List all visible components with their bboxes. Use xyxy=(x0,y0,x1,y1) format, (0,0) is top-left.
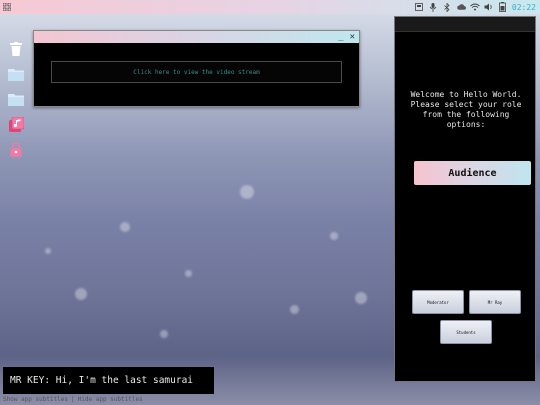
music-library-icon[interactable] xyxy=(7,115,25,133)
video-window: _ ✕ Click here to view the video stream xyxy=(33,30,360,107)
video-window-titlebar[interactable]: _ ✕ xyxy=(34,31,359,43)
hide-subtitles-link[interactable]: Hide app subtitles xyxy=(78,396,143,403)
subtitle-box: MR KEY: Hi, I'm the last samurai xyxy=(3,367,214,394)
top-bar: 02:22 xyxy=(0,0,540,14)
wifi-icon[interactable] xyxy=(470,2,480,12)
volume-icon[interactable] xyxy=(484,2,494,12)
battery-icon[interactable] xyxy=(498,2,508,12)
cloud-icon[interactable] xyxy=(456,2,466,12)
lock-icon[interactable] xyxy=(7,140,25,158)
folder-icon[interactable] xyxy=(7,90,25,108)
clock: 02:22 xyxy=(511,2,536,12)
panel-header xyxy=(395,17,535,32)
video-stream-button[interactable]: Click here to view the video stream xyxy=(51,61,342,83)
trash-icon[interactable] xyxy=(7,40,25,58)
app-grid-icon[interactable] xyxy=(2,2,12,12)
desktop-icons xyxy=(7,40,27,165)
moderator-button[interactable]: Moderator xyxy=(412,290,464,314)
welcome-message: Welcome to Hello World. Please select yo… xyxy=(410,90,522,129)
mr-ray-button[interactable]: Mr Ray xyxy=(469,290,521,314)
subtitle-controls: Show app subtitles | Hide app subtitles xyxy=(3,396,143,403)
folder-icon[interactable] xyxy=(7,65,25,83)
close-button[interactable]: ✕ xyxy=(350,32,355,42)
bluetooth-icon[interactable] xyxy=(442,2,452,12)
microphone-icon[interactable] xyxy=(428,2,438,12)
students-button[interactable]: Students xyxy=(440,320,492,344)
minimize-button[interactable]: _ xyxy=(338,32,343,42)
audience-button[interactable]: Audience xyxy=(414,161,531,185)
role-panel: Welcome to Hello World. Please select yo… xyxy=(394,16,536,382)
subtitle-text: MR KEY: Hi, I'm the last samurai xyxy=(10,375,194,386)
show-subtitles-link[interactable]: Show app subtitles xyxy=(3,396,68,403)
storage-icon[interactable] xyxy=(414,2,424,12)
subtitle-separator: | xyxy=(71,396,75,403)
